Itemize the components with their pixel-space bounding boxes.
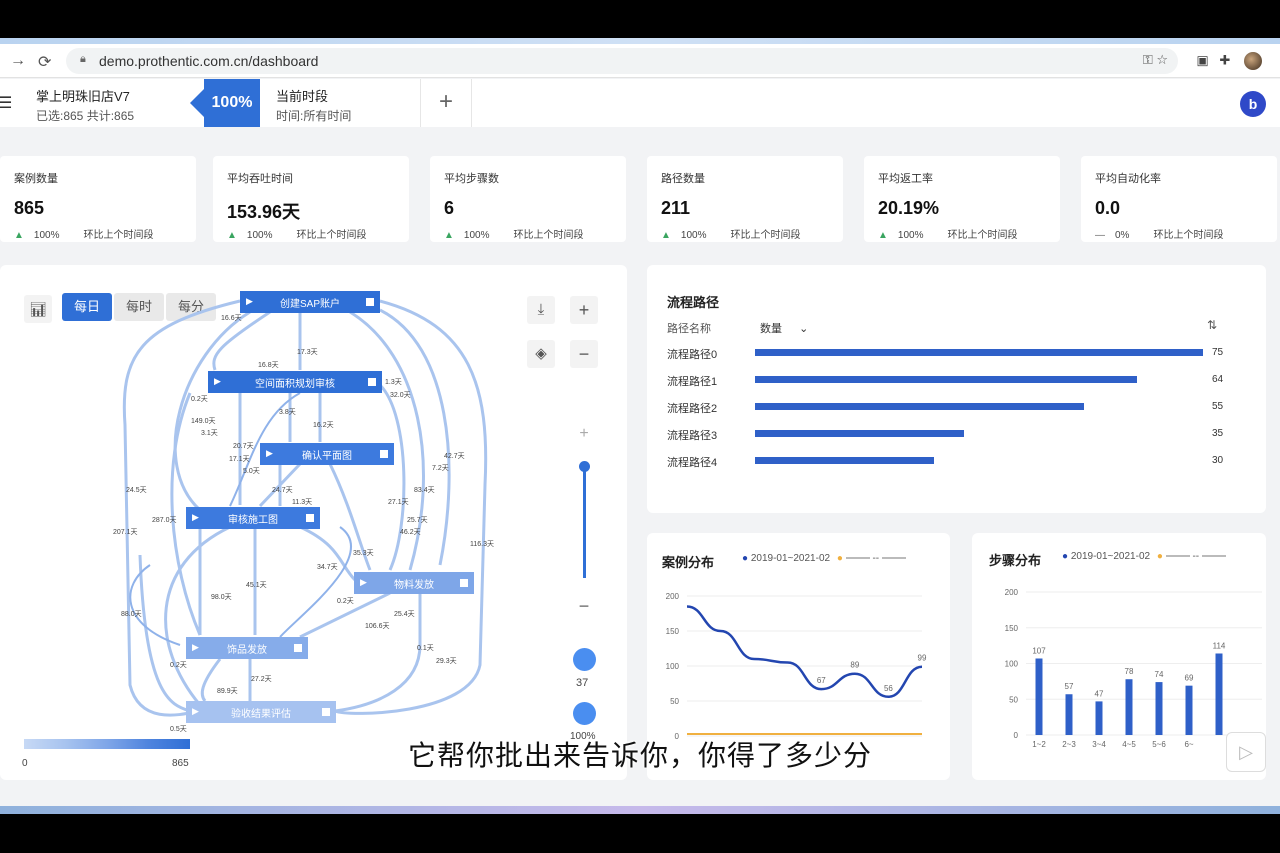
node-label: 物料发放: [394, 579, 434, 591]
process-node[interactable]: ▶ 物料发放: [354, 572, 474, 594]
process-node[interactable]: ▶ 审核施工图: [186, 507, 320, 529]
play-icon: ▶: [192, 706, 199, 716]
edge-duration-label: 11.3天: [292, 499, 313, 506]
route-bar[interactable]: [755, 376, 1138, 383]
case-dist-chart: 05010015020067895699: [666, 592, 927, 741]
y-tick-label: 50: [1009, 695, 1018, 704]
edge-duration-label: 0.1天: [417, 645, 434, 652]
edge-duration-label: 83.4天: [414, 487, 435, 494]
bar-value-label: 107: [1032, 646, 1046, 655]
path-slider-knob[interactable]: [573, 702, 596, 725]
node-label: 审核施工图: [228, 514, 278, 526]
route-name[interactable]: 流程路径3: [667, 427, 717, 443]
y-tick-label: 200: [1005, 588, 1019, 597]
y-tick-label: 200: [666, 592, 680, 601]
edge-duration-label: 0.5天: [170, 726, 187, 733]
edge-duration-label: 27.2天: [251, 676, 272, 683]
route-bar[interactable]: [755, 430, 965, 437]
step-bar: [1035, 658, 1043, 735]
route-value: 64: [1212, 374, 1224, 385]
edge-duration-label: 29.3天: [436, 658, 457, 665]
edge-duration-label: 106.6天: [365, 623, 390, 630]
bar-value-label: 74: [1155, 670, 1164, 679]
slider-minus-icon[interactable]: −: [572, 596, 596, 620]
y-tick-label: 150: [1005, 624, 1019, 633]
step-bar: [1155, 682, 1163, 735]
route-value: 30: [1212, 455, 1224, 466]
route-name[interactable]: 流程路径2: [667, 400, 717, 416]
case-dist-legend[interactable]: ● 2019-01~2021-02 ● --: [742, 553, 906, 564]
route-bar[interactable]: [755, 403, 1084, 410]
stop-icon: [460, 579, 468, 587]
edge-duration-label: 287.0天: [152, 517, 177, 524]
step-bar: [1185, 685, 1193, 735]
play-icon: ▶: [192, 642, 199, 652]
step-bar: [1095, 701, 1103, 735]
bar-value-label: 57: [1065, 682, 1074, 691]
route-name[interactable]: 流程路径1: [667, 373, 717, 389]
play-icon: ▶: [360, 577, 367, 587]
video-subtitle: 它帮你批出来告诉你，你得了多少分: [407, 740, 872, 771]
step-bar: [1125, 679, 1133, 735]
edge-duration-label: 24.7天: [272, 487, 293, 494]
step-dist-legend[interactable]: ● 2019-01~2021-02 ● --: [1062, 551, 1226, 562]
route-value: 55: [1212, 401, 1224, 412]
play-icon: ▶: [192, 512, 199, 522]
step-dist-chart: 0501001502001071~2572~3473~4784~5745~669…: [1005, 588, 1262, 749]
edge-duration-label: 24.5天: [126, 487, 147, 494]
route-bar[interactable]: [755, 349, 1203, 356]
edge-duration-label: 34.7天: [317, 564, 338, 571]
data-label: 89: [850, 661, 859, 670]
y-tick-label: 150: [666, 627, 680, 636]
slider-track[interactable]: [583, 466, 586, 578]
edge-duration-label: 27.1天: [388, 499, 409, 506]
process-node[interactable]: ▶ 验收结果评估: [186, 701, 336, 723]
node-label: 饰品发放: [227, 644, 267, 656]
step-dist-title: 步骤分布: [989, 553, 1042, 568]
y-tick-label: 50: [670, 697, 679, 706]
activity-value: 37: [576, 677, 589, 689]
node-label: 验收结果评估: [231, 708, 291, 720]
edge-duration-label: 35.3天: [353, 550, 374, 557]
edge-duration-label: 25.7天: [407, 517, 428, 524]
route-name[interactable]: 流程路径0: [667, 346, 717, 362]
bar-value-label: 78: [1125, 667, 1134, 676]
edge-duration-label: 207.1天: [113, 529, 138, 536]
edge-duration-label: 116.3天: [470, 541, 494, 548]
edge-duration-label: 0.2天: [170, 662, 187, 669]
y-tick-label: 100: [666, 662, 680, 671]
data-label: 99: [918, 654, 927, 663]
y-tick-label: 100: [1005, 660, 1019, 669]
data-label: 56: [884, 684, 893, 693]
bar-value-label: 69: [1185, 674, 1194, 683]
step-bar: [1065, 694, 1073, 735]
edge-duration-label: 88.0天: [121, 611, 142, 618]
stop-icon: [306, 514, 314, 522]
edge-duration-label: 89.9天: [217, 688, 238, 695]
edge-duration-label: 46.2天: [400, 529, 421, 536]
bar-value-label: 47: [1095, 689, 1104, 698]
route-name[interactable]: 流程路径4: [667, 454, 717, 470]
step-bar: [1215, 653, 1223, 735]
stop-icon: [322, 708, 330, 716]
stop-icon: [294, 644, 302, 652]
bottom-accent-strip: [0, 806, 1280, 814]
process-node[interactable]: ▶ 饰品发放: [186, 637, 308, 659]
edge-duration-label: 98.0天: [211, 594, 232, 601]
route-value: 75: [1212, 347, 1224, 358]
edge-duration-label: 25.4天: [394, 611, 415, 618]
activity-slider-knob[interactable]: [573, 648, 596, 671]
edge-duration-label: 45.1天: [246, 582, 267, 589]
edge-duration-label: 0.2天: [337, 598, 354, 605]
data-label: 67: [817, 676, 826, 685]
bar-value-label: 114: [1213, 641, 1226, 650]
route-value: 35: [1212, 428, 1224, 439]
case-dist-title: 案例分布: [662, 555, 715, 570]
route-bar[interactable]: [755, 457, 935, 464]
